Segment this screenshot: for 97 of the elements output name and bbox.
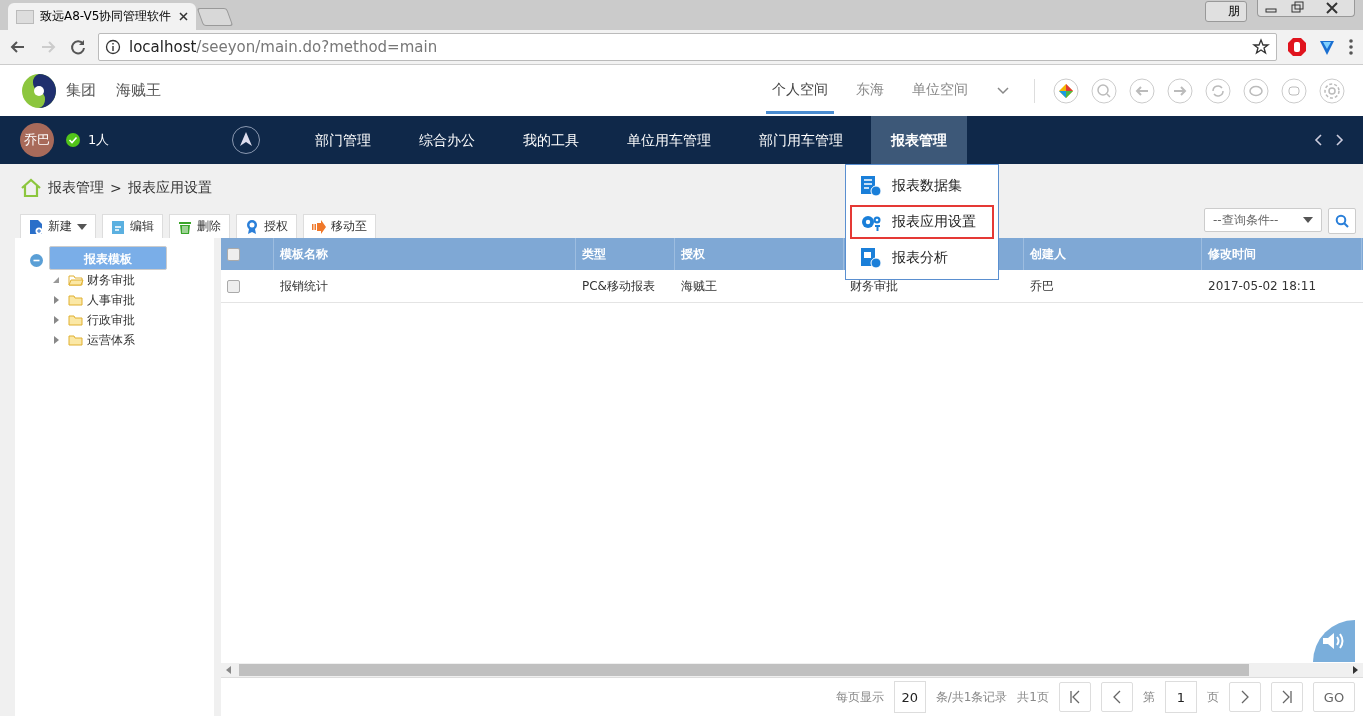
horizontal-scrollbar[interactable] (221, 663, 1363, 678)
refresh-icon[interactable] (1205, 77, 1231, 104)
folder-icon (68, 274, 84, 286)
page-count: 共1页 (1017, 688, 1049, 706)
folder-icon (68, 334, 84, 346)
folder-icon (68, 314, 84, 326)
query-condition-select[interactable]: --查询条件-- (1204, 208, 1322, 232)
logo-icon (20, 71, 58, 110)
menu-item[interactable]: 报表数据集 (850, 169, 994, 203)
table-cell: 2017-05-02 18:11 (1208, 279, 1317, 293)
color-wheel-icon[interactable] (1053, 77, 1079, 104)
toolbar-button[interactable]: 编辑 (102, 214, 163, 238)
toolbar-button[interactable]: 授权 (236, 214, 297, 238)
tree-item[interactable]: 人事审批 (66, 290, 137, 310)
page-prefix: 第 (1143, 688, 1155, 706)
navigation-icon[interactable] (231, 125, 262, 155)
search-button[interactable] (1328, 208, 1356, 234)
last-page-icon (1282, 690, 1292, 704)
award-icon (245, 218, 259, 235)
search-icon[interactable] (1091, 77, 1117, 104)
scroll-right-icon[interactable] (1351, 666, 1359, 674)
tree-item[interactable]: 财务审批 (66, 270, 137, 290)
edit-icon (111, 218, 125, 235)
go-button[interactable]: GO (1313, 682, 1355, 712)
settings-icon[interactable] (1319, 77, 1345, 104)
toolbar-button[interactable]: 删除 (169, 214, 230, 238)
star-icon[interactable] (1252, 38, 1270, 56)
tab-title: 致远A8-V5协同管理软件 (40, 8, 173, 25)
online-count: 1人 (88, 131, 110, 149)
menu-icon[interactable] (1347, 37, 1355, 57)
collapsed-arrow-icon[interactable] (52, 316, 60, 324)
document-chart-icon (860, 247, 882, 269)
nav-menu-item[interactable]: 单位用车管理 (607, 116, 732, 164)
select-all-checkbox[interactable] (227, 247, 240, 261)
home-icon[interactable] (20, 178, 42, 198)
expanded-arrow-icon[interactable] (52, 276, 60, 284)
user-avatar[interactable]: 乔巴 (20, 123, 54, 157)
chevron-right-icon (1240, 690, 1250, 704)
chevron-left-icon[interactable] (1313, 133, 1325, 147)
table-cell: 海贼王 (681, 277, 717, 295)
forward-icon[interactable] (1167, 77, 1193, 104)
per-page-field[interactable]: 20 (893, 681, 926, 713)
nav-menu-item[interactable]: 我的工具 (503, 116, 600, 164)
info-icon (105, 39, 121, 55)
breadcrumb-item: 报表应用设置 (127, 179, 212, 197)
nav-menu-item[interactable]: 综合办公 (399, 116, 496, 164)
search-icon (1335, 214, 1349, 228)
record-count: 条/共1条记录 (935, 688, 1008, 706)
scroll-left-icon[interactable] (225, 666, 233, 674)
nav-menu-item[interactable]: 报表管理 (871, 116, 968, 164)
menu-item[interactable]: 报表应用设置 (850, 205, 994, 239)
menu-item[interactable]: 报表分析 (850, 241, 994, 275)
chevron-right-icon[interactable] (1333, 133, 1345, 147)
ime-indicator[interactable]: 朋 (1205, 1, 1247, 22)
page-field[interactable]: 1 (1165, 681, 1197, 713)
table-cell: PC&移动报表 (582, 277, 655, 295)
online-status-icon (66, 133, 80, 147)
space-tab[interactable]: 东海 (850, 67, 890, 114)
tree-item[interactable]: 行政审批 (66, 310, 137, 330)
toolbar-button[interactable]: 新建 (20, 214, 96, 238)
table-cell: 报销统计 (280, 277, 328, 295)
arrow-right-icon (312, 218, 326, 235)
breadcrumb-separator: > (110, 180, 122, 196)
new-document-icon (29, 218, 43, 235)
table-cell: 乔巴 (1030, 277, 1054, 295)
stop-sign-icon[interactable] (1287, 37, 1307, 57)
reload-icon[interactable] (68, 37, 88, 57)
caret-icon (1303, 217, 1313, 223)
row-checkbox[interactable] (227, 279, 240, 293)
close-icon[interactable] (179, 12, 188, 21)
chevron-down-icon[interactable] (996, 85, 1010, 96)
browser-tab[interactable]: 致远A8-V5协同管理软件 (8, 3, 196, 30)
next-page-button[interactable] (1229, 682, 1261, 712)
table-cell: 财务审批 (850, 277, 898, 295)
address-field[interactable]: localhost/seeyon/main.do?method=main (98, 33, 1277, 61)
previous-page-button[interactable] (1101, 682, 1133, 712)
org-name: 集团 (66, 81, 96, 100)
collapsed-arrow-icon[interactable] (52, 296, 60, 304)
folder-icon (68, 294, 84, 306)
chevron-left-icon (1112, 690, 1122, 704)
nav-menu-item[interactable]: 部门用车管理 (739, 116, 864, 164)
tree-item[interactable]: 运营体系 (66, 330, 137, 350)
collapsed-arrow-icon[interactable] (52, 336, 60, 344)
first-page-button[interactable] (1059, 682, 1091, 712)
space-tab[interactable]: 单位空间 (906, 67, 974, 114)
site-icon (16, 9, 34, 24)
toolbar-button[interactable]: 移动至 (303, 214, 376, 238)
nav-menu-item[interactable]: 部门管理 (295, 116, 392, 164)
first-page-icon (1070, 690, 1080, 704)
new-tab-button[interactable] (196, 8, 234, 26)
collapse-icon[interactable] (30, 253, 43, 267)
company-name: 海贼王 (116, 81, 161, 100)
breadcrumb-item[interactable]: 报表管理 (48, 179, 104, 197)
per-page-label: 每页显示 (835, 688, 884, 706)
list-document-icon (860, 175, 882, 197)
last-page-button[interactable] (1271, 682, 1303, 712)
page-suffix: 页 (1207, 688, 1219, 706)
